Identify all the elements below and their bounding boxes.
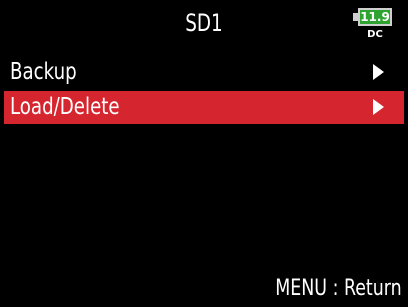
menu-item-label: Load/Delete (10, 94, 120, 120)
menu-list: Backup Load/Delete (0, 56, 408, 124)
menu-item-label: Backup (10, 59, 77, 85)
return-hint: MENU : Return (275, 276, 402, 301)
screen-title: SD1 (185, 9, 223, 37)
chevron-right-icon (373, 99, 384, 115)
chevron-right-icon (373, 64, 384, 80)
device-screen: SD1 11.9 DC Backup Load/Delete MENU : Re… (0, 0, 408, 307)
power-source-label: DC (367, 29, 383, 40)
menu-item-backup[interactable]: Backup (4, 56, 404, 89)
menu-item-load-delete[interactable]: Load/Delete (4, 91, 404, 124)
battery-indicator: 11.9 DC (352, 8, 396, 48)
battery-voltage: 11.9 (360, 10, 390, 24)
header: SD1 11.9 DC (0, 0, 408, 54)
